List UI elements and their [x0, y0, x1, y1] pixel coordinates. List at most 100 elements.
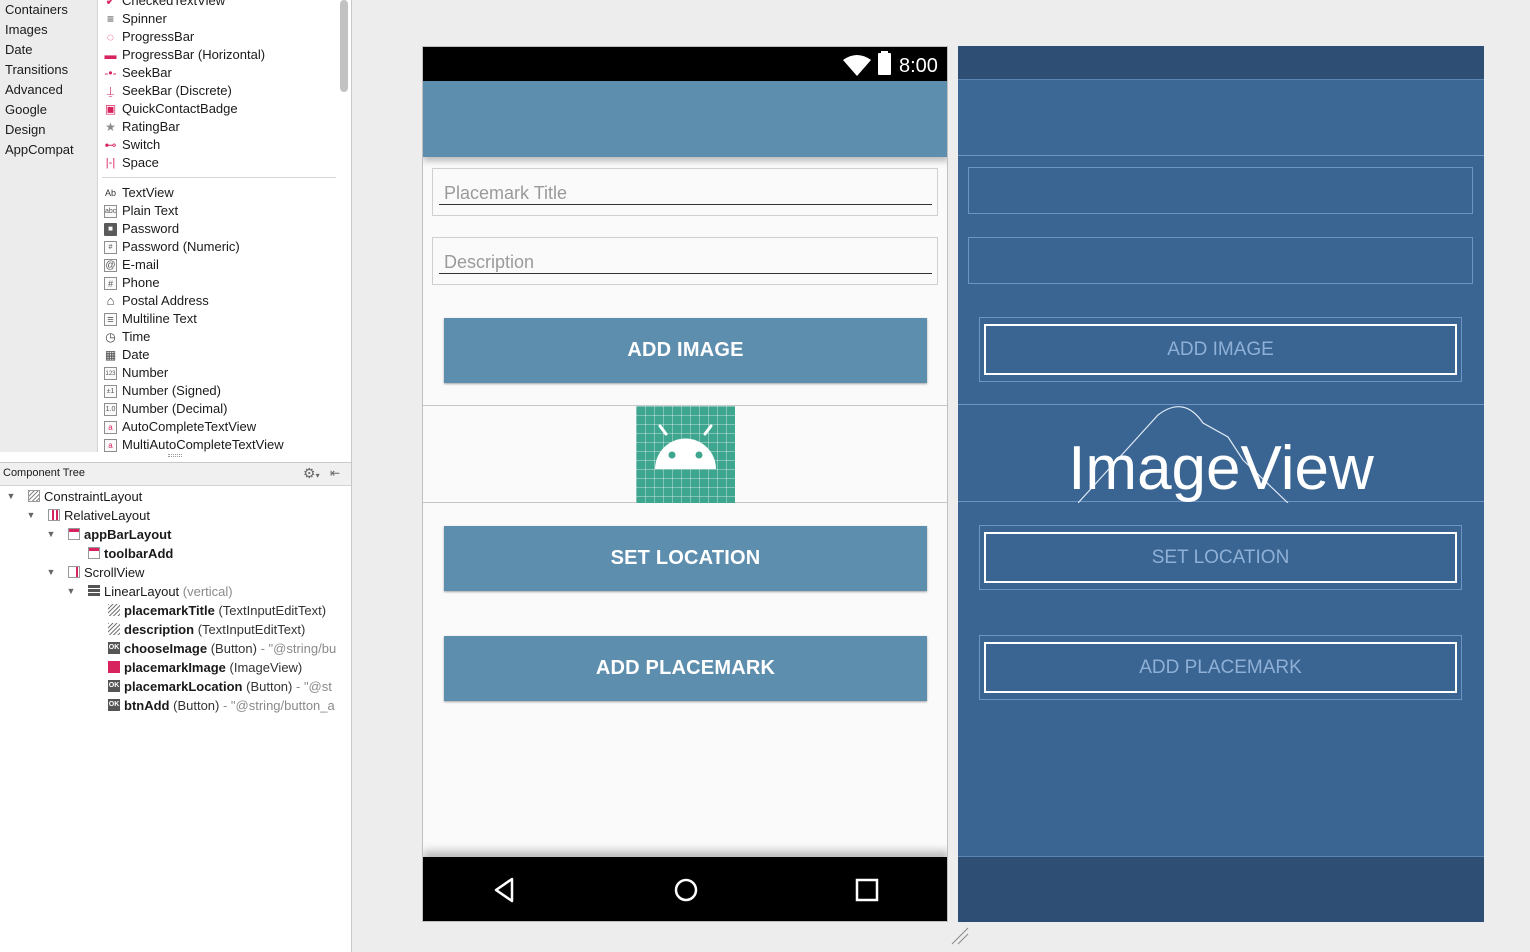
tree-node[interactable]: ▼ RelativeLayout	[0, 506, 351, 525]
multiline-icon: ≡	[104, 313, 117, 326]
palette-item[interactable]: ■ Password	[100, 220, 336, 238]
tree-node[interactable]: description (TextInputEditText)	[0, 620, 351, 639]
palette-item[interactable]: ✔ CheckedTextView	[100, 0, 336, 10]
palette-item[interactable]: a MultiAutoCompleteTextView	[100, 436, 336, 454]
blueprint-title-field[interactable]	[968, 167, 1473, 214]
tree-node-type: (TextInputEditText)	[197, 622, 306, 637]
blueprint-status-bar	[958, 46, 1484, 80]
autocomplete-icon: a	[104, 421, 117, 434]
tree-node[interactable]: ▼ LinearLayout (vertical)	[0, 582, 351, 601]
tree-node[interactable]: placemarkTitle (TextInputEditText)	[0, 601, 351, 620]
expand-arrow-icon[interactable]: ▼	[45, 525, 57, 544]
palette-item[interactable]: ◌ ProgressBar	[100, 28, 336, 46]
plain-text-icon: abc	[104, 205, 117, 218]
tree-node[interactable]: ▼ ScrollView	[0, 563, 351, 582]
collapse-panel-icon[interactable]: ⇤	[330, 466, 340, 480]
blueprint-add-placemark-button[interactable]: ADD PLACEMARK	[984, 642, 1457, 693]
set-location-button[interactable]: SET LOCATION	[444, 526, 927, 591]
blueprint-image-row[interactable]: ImageView	[958, 404, 1484, 503]
category-images[interactable]: Images	[0, 20, 97, 40]
tree-node[interactable]: ▼ appBarLayout	[0, 525, 351, 544]
recents-icon[interactable]	[853, 876, 881, 904]
category-containers[interactable]: Containers	[0, 0, 97, 20]
seekbar-discrete-icon: ⍊	[106, 84, 115, 98]
palette-item-label: QuickContactBadge	[122, 101, 238, 116]
category-transitions[interactable]: Transitions	[0, 60, 97, 80]
palette-item-label: Number (Signed)	[122, 383, 221, 398]
palette-item[interactable]: ▦ Date	[100, 346, 336, 364]
palette-item[interactable]: |-| Space	[100, 154, 336, 172]
palette-item[interactable]: # Password (Numeric)	[100, 238, 336, 256]
tree-node[interactable]: OK placemarkLocation (Button) - "@st	[0, 677, 351, 696]
palette-item[interactable]: @ E-mail	[100, 256, 336, 274]
palette-item[interactable]: Ab TextView	[100, 184, 336, 202]
category-google[interactable]: Google	[0, 100, 97, 120]
placemark-image[interactable]	[636, 406, 735, 503]
splitter-grip[interactable]	[168, 454, 182, 457]
resize-handle-icon[interactable]	[950, 926, 970, 946]
tree-node[interactable]: placemarkImage (ImageView)	[0, 658, 351, 677]
back-icon[interactable]	[491, 876, 519, 904]
expand-arrow-icon[interactable]: ▼	[65, 582, 77, 601]
category-advanced[interactable]: Advanced	[0, 80, 97, 100]
palette-scrollbar[interactable]	[340, 0, 348, 92]
tree-node[interactable]: toolbarAdd	[0, 544, 351, 563]
tree-node[interactable]: OK chooseImage (Button) - "@string/bu	[0, 639, 351, 658]
button-icon: OK	[108, 680, 120, 692]
blueprint-app-bar[interactable]	[958, 80, 1484, 156]
palette-item-label: MultiAutoCompleteTextView	[122, 437, 284, 452]
add-image-button[interactable]: ADD IMAGE	[444, 318, 927, 383]
placemark-title-field[interactable]: Placemark Title	[432, 168, 938, 216]
left-panel: Containers Images Date Transitions Advan…	[0, 0, 352, 952]
palette-item[interactable]: ≡ Multiline Text	[100, 310, 336, 328]
expand-arrow-icon[interactable]: ▼	[5, 487, 17, 506]
palette-panel: Containers Images Date Transitions Advan…	[0, 0, 351, 458]
palette-item[interactable]: ±1 Number (Signed)	[100, 382, 336, 400]
category-appcompat[interactable]: AppCompat	[0, 140, 97, 160]
blueprint-set-location-button[interactable]: SET LOCATION	[984, 532, 1457, 583]
palette-item[interactable]: 123 Number	[100, 364, 336, 382]
tree-node-name: placemarkTitle	[124, 603, 215, 618]
calendar-icon: ▦	[104, 348, 117, 362]
palette-item-label: Phone	[122, 275, 160, 290]
tree-node-attribute: - "@string/bu	[260, 641, 337, 656]
palette-item[interactable]: abc Plain Text	[100, 202, 336, 220]
progress-horizontal-icon: ▬	[104, 48, 117, 62]
palette-item[interactable]: a AutoCompleteTextView	[100, 418, 336, 436]
category-design[interactable]: Design	[0, 120, 97, 140]
home-icon[interactable]	[672, 876, 700, 904]
placemark-title-placeholder: Placemark Title	[444, 183, 568, 203]
palette-item[interactable]: ★ RatingBar	[100, 118, 336, 136]
tree-node-name: placemarkImage	[124, 660, 226, 675]
tree-node[interactable]: ▼ ConstraintLayout	[0, 487, 351, 506]
palette-item[interactable]: ▬ ProgressBar (Horizontal)	[100, 46, 336, 64]
blueprint-description-field[interactable]	[968, 237, 1473, 284]
palette-item[interactable]: -•- SeekBar	[100, 64, 336, 82]
tree-node-name: ScrollView	[84, 565, 145, 580]
house-icon: ⌂	[106, 293, 115, 308]
tree-node[interactable]: OK btnAdd (Button) - "@string/button_a	[0, 696, 351, 715]
palette-item[interactable]: # Phone	[100, 274, 336, 292]
palette-item[interactable]: ⊷ Switch	[100, 136, 336, 154]
expand-arrow-icon[interactable]: ▼	[45, 563, 57, 582]
description-field[interactable]: Description	[432, 237, 938, 285]
palette-item[interactable]: ⍊ SeekBar (Discrete)	[100, 82, 336, 100]
palette-item-label: Time	[122, 329, 151, 344]
palette-item[interactable]: 1.0 Number (Decimal)	[100, 400, 336, 418]
add-placemark-button[interactable]: ADD PLACEMARK	[444, 636, 927, 701]
palette-item[interactable]: ⌂ Postal Address	[100, 292, 336, 310]
palette-item-label: RatingBar	[122, 119, 180, 134]
blueprint-add-image-button[interactable]: ADD IMAGE	[984, 324, 1457, 375]
tree-node-label: ConstraintLayout	[44, 487, 142, 506]
navigation-bar	[423, 857, 947, 921]
palette-item[interactable]: ▣ QuickContactBadge	[100, 100, 336, 118]
expand-arrow-icon[interactable]: ▼	[25, 506, 37, 525]
button-icon: OK	[108, 699, 120, 711]
palette-item[interactable]: ≡ Spinner	[100, 10, 336, 28]
phone-hash-icon: #	[104, 277, 117, 290]
palette-item[interactable]: ◷ Time	[100, 328, 336, 346]
component-tree: ▼ ConstraintLayout ▼ RelativeLayout ▼ appBarL…	[0, 487, 351, 715]
gear-icon[interactable]: ⚙▾	[303, 465, 320, 482]
tree-node-attribute: - "@string/button_a	[222, 698, 335, 713]
category-date[interactable]: Date	[0, 40, 97, 60]
